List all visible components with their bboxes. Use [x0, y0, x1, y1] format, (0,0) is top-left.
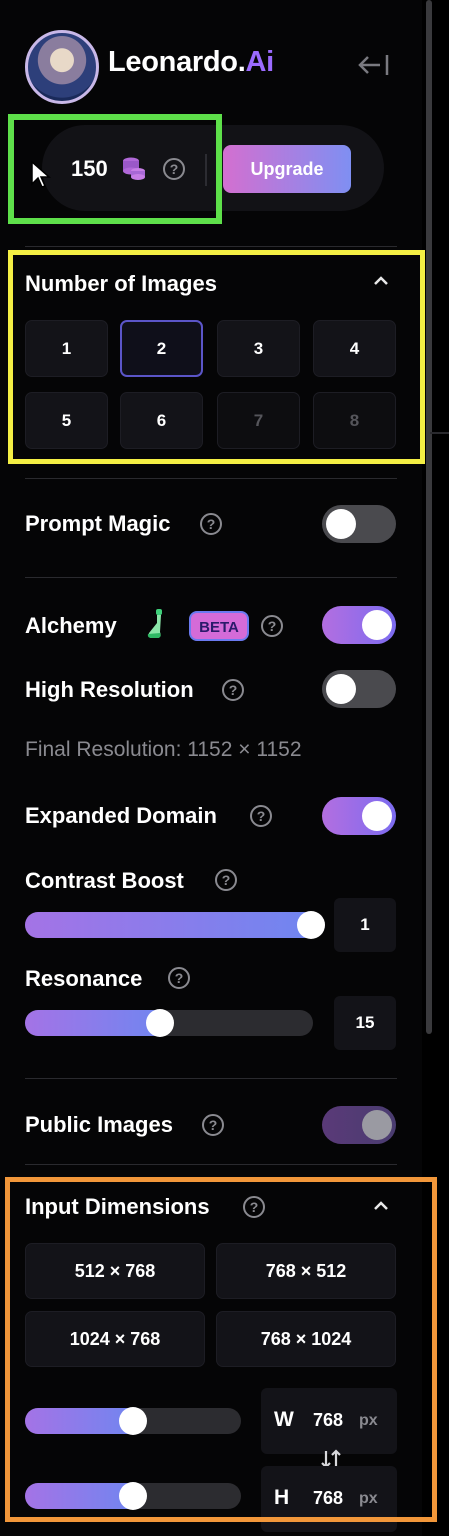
prompt-magic-toggle[interactable] — [322, 505, 396, 543]
resonance-label: Resonance — [25, 966, 143, 991]
public-images-toggle[interactable] — [322, 1106, 396, 1144]
highlight-box-input-dimensions — [5, 1177, 437, 1522]
alchemy-help-icon[interactable]: ? — [261, 615, 283, 637]
public-images-help-icon[interactable]: ? — [202, 1114, 224, 1136]
highlight-box-credits — [8, 114, 222, 224]
upgrade-button[interactable]: Upgrade — [223, 145, 351, 193]
public-images-label: Public Images — [25, 1112, 173, 1137]
contrast-boost-help-icon[interactable]: ? — [215, 869, 237, 891]
brand-logo-text[interactable]: Leonardo.Ai — [108, 46, 274, 79]
slider-fill — [25, 1010, 167, 1036]
slider-fill — [25, 912, 317, 938]
divider — [25, 577, 397, 578]
expanded-domain-help-icon[interactable]: ? — [250, 805, 272, 827]
divider — [25, 478, 397, 479]
brand-suffix: Ai — [245, 46, 274, 78]
collapse-sidebar-icon[interactable] — [356, 50, 392, 80]
brand-name: Leonardo. — [108, 46, 246, 78]
slider-knob[interactable] — [146, 1009, 175, 1037]
toggle-knob — [326, 509, 356, 539]
divider — [25, 1078, 397, 1079]
flask-icon — [141, 607, 167, 641]
alchemy-label: Alchemy — [25, 613, 117, 638]
sidebar-scrollbar[interactable] — [426, 0, 432, 1034]
divider-right — [430, 432, 449, 434]
divider — [25, 1164, 397, 1165]
resonance-slider[interactable] — [25, 1009, 313, 1037]
brand-avatar — [25, 30, 99, 104]
expanded-domain-toggle[interactable] — [322, 797, 396, 835]
prompt-magic-label: Prompt Magic — [25, 511, 171, 536]
prompt-magic-help-icon[interactable]: ? — [200, 513, 222, 535]
contrast-boost-slider[interactable] — [25, 911, 325, 939]
contrast-boost-value[interactable]: 1 — [334, 898, 396, 952]
toggle-knob — [362, 801, 392, 831]
divider — [25, 246, 397, 247]
contrast-boost-label: Contrast Boost — [25, 868, 184, 893]
toggle-knob — [362, 1110, 392, 1140]
high-resolution-help-icon[interactable]: ? — [222, 679, 244, 701]
highlight-box-number-of-images — [8, 250, 425, 464]
slider-knob[interactable] — [297, 911, 325, 939]
beta-badge: BETA — [189, 611, 249, 641]
high-resolution-label: High Resolution — [25, 677, 194, 702]
resonance-value[interactable]: 15 — [334, 996, 396, 1050]
alchemy-toggle[interactable] — [322, 606, 396, 644]
expanded-domain-label: Expanded Domain — [25, 803, 217, 828]
high-resolution-toggle[interactable] — [322, 670, 396, 708]
toggle-knob — [362, 610, 392, 640]
resonance-help-icon[interactable]: ? — [168, 967, 190, 989]
final-resolution-text: Final Resolution: 1152 × 1152 — [25, 738, 302, 761]
toggle-knob — [326, 674, 356, 704]
